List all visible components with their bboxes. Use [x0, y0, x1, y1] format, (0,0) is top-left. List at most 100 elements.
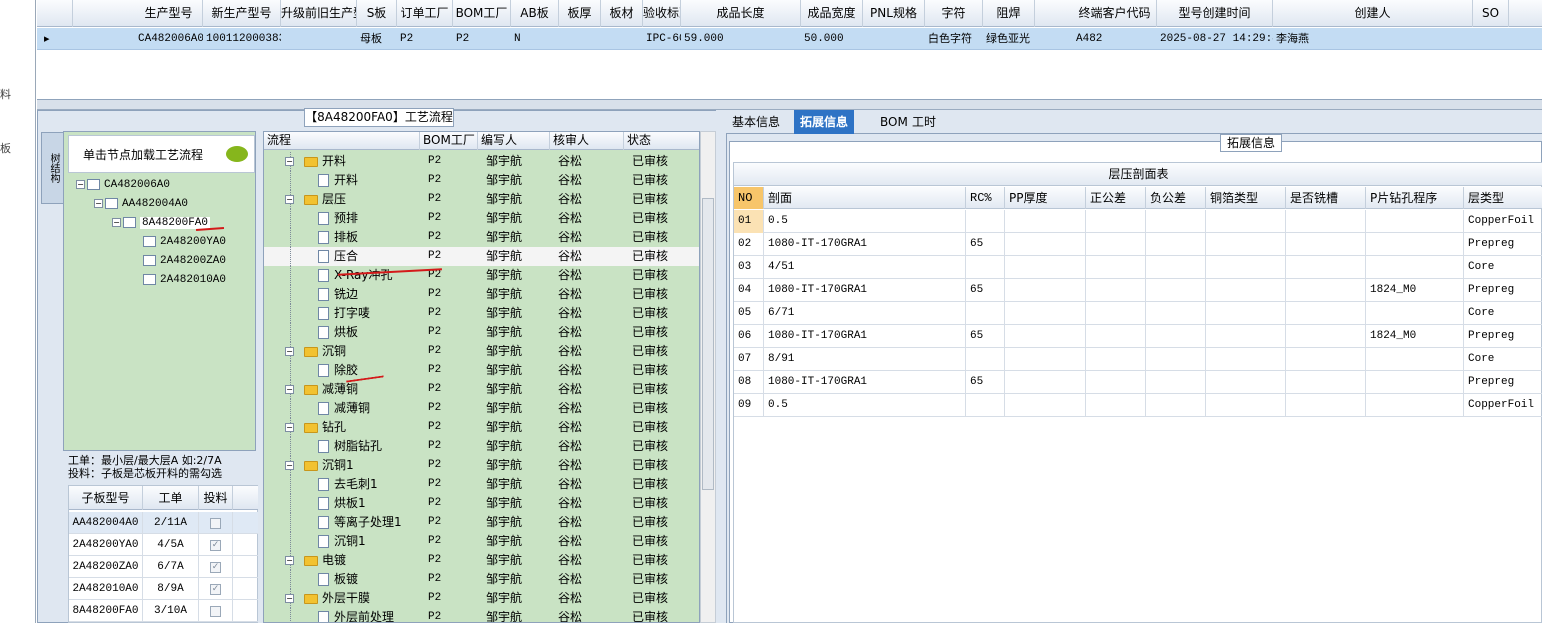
grid-cell[interactable]	[281, 28, 357, 50]
table-cell[interactable]	[1286, 348, 1366, 371]
process-name-cell[interactable]: 预排	[264, 209, 420, 228]
table-cell[interactable]	[1206, 371, 1286, 394]
column-header[interactable]: AB板	[511, 0, 559, 27]
table-cell[interactable]: 1080-IT-170GRA1	[764, 233, 966, 256]
collapse-icon[interactable]: −	[285, 594, 294, 603]
table-cell[interactable]: 1080-IT-170GRA1	[764, 279, 966, 302]
node-checkbox-icon[interactable]	[143, 235, 156, 247]
process-row[interactable]: 开料 P2 邹宇航 谷松 已审核	[264, 171, 699, 190]
tab-extended[interactable]: 拓展信息	[794, 110, 855, 134]
table-cell[interactable]: 65	[966, 233, 1005, 256]
collapse-icon[interactable]: −	[112, 217, 121, 227]
table-cell[interactable]	[1005, 371, 1086, 394]
column-header[interactable]: 负公差	[1146, 187, 1206, 209]
table-row[interactable]: 07 8/91 Core	[734, 348, 1542, 371]
process-name-cell[interactable]: 板镀	[264, 570, 420, 589]
grid-cell[interactable]	[559, 28, 601, 50]
column-header[interactable]: 创建人	[1273, 0, 1473, 27]
table-cell[interactable]	[1086, 325, 1146, 348]
grid-cell[interactable]: 母板	[357, 28, 397, 50]
table-cell[interactable]	[1206, 394, 1286, 417]
grid-cell[interactable]: 白色字符	[925, 28, 983, 50]
table-cell[interactable]	[1086, 256, 1146, 279]
process-row[interactable]: 铣边 P2 邹宇航 谷松 已审核	[264, 285, 699, 304]
process-name-cell[interactable]: 烘板	[264, 323, 420, 342]
node-checkbox-icon[interactable]	[87, 178, 100, 190]
column-header[interactable]: NO	[734, 187, 764, 209]
table-cell[interactable]: Core	[1464, 348, 1542, 371]
node-checkbox-icon[interactable]	[143, 273, 156, 285]
table-cell[interactable]	[1005, 256, 1086, 279]
process-name-cell[interactable]: 减薄铜	[264, 399, 420, 418]
process-row[interactable]: 外层前处理 P2 邹宇航 谷松 已审核	[264, 608, 699, 622]
table-cell[interactable]	[1086, 394, 1146, 417]
process-row[interactable]: − 沉铜 P2 邹宇航 谷松 已审核	[264, 342, 699, 361]
table-cell[interactable]	[1005, 233, 1086, 256]
table-cell[interactable]	[1005, 210, 1086, 233]
column-header[interactable]: 层类型	[1464, 187, 1542, 209]
column-header[interactable]: 投料	[199, 486, 233, 510]
process-name-cell[interactable]: 去毛刺1	[264, 475, 420, 494]
table-cell[interactable]: 4/51	[764, 256, 966, 279]
table-row[interactable]: 04 1080-IT-170GRA1 65 1824_M0 Prepreg	[734, 279, 1542, 302]
table-cell[interactable]	[1366, 394, 1464, 417]
feed-checkbox[interactable]: ✓	[210, 561, 221, 573]
table-row[interactable]: 08 1080-IT-170GRA1 65 Prepreg	[734, 371, 1542, 394]
table-cell[interactable]	[1286, 394, 1366, 417]
grid-cell[interactable]: IPC-6012 II 级	[643, 28, 681, 50]
table-cell[interactable]	[1206, 302, 1286, 325]
process-row[interactable]: − 层压 P2 邹宇航 谷松 已审核	[264, 190, 699, 209]
table-cell[interactable]	[966, 394, 1005, 417]
grid-cell[interactable]: 50.000	[801, 28, 863, 50]
grid-cell[interactable]: CA482006A0	[135, 28, 203, 50]
column-header[interactable]: PP厚度	[1005, 187, 1086, 209]
table-cell[interactable]	[1005, 348, 1086, 371]
column-header[interactable]: BOM工厂	[420, 132, 478, 150]
table-cell[interactable]	[966, 348, 1005, 371]
process-row[interactable]: − 外层干膜 P2 邹宇航 谷松 已审核	[264, 589, 699, 608]
process-row[interactable]: X-Ray冲孔 P2 邹宇航 谷松 已审核	[264, 266, 699, 285]
table-cell[interactable]	[1206, 210, 1286, 233]
table-cell[interactable]	[1366, 302, 1464, 325]
table-cell[interactable]: Core	[1464, 302, 1542, 325]
table-cell[interactable]	[1005, 325, 1086, 348]
table-cell[interactable]: 6/71	[764, 302, 966, 325]
feed-checkbox[interactable]	[210, 605, 221, 617]
process-name-cell[interactable]: 除胶	[264, 361, 420, 380]
column-header[interactable]: 剖面	[764, 187, 966, 209]
table-cell[interactable]	[1146, 210, 1206, 233]
table-cell[interactable]	[1286, 371, 1366, 394]
table-cell[interactable]	[966, 210, 1005, 233]
table-cell[interactable]	[966, 256, 1005, 279]
table-cell[interactable]	[1146, 256, 1206, 279]
process-name-cell[interactable]: 开料	[264, 171, 420, 190]
process-row[interactable]: 板镀 P2 邹宇航 谷松 已审核	[264, 570, 699, 589]
process-row[interactable]: 除胶 P2 邹宇航 谷松 已审核	[264, 361, 699, 380]
column-header[interactable]: 板材	[601, 0, 643, 27]
sub-order-cell[interactable]: 3/10A	[143, 600, 199, 622]
collapse-icon[interactable]: −	[285, 347, 294, 356]
column-header[interactable]: 工单	[143, 486, 199, 510]
horizontal-splitter[interactable]	[37, 100, 1542, 110]
grid-cell[interactable]: 李海燕	[1273, 28, 1473, 50]
product-grid-row[interactable]: ▸CA482006A010011200038387母板P2P2NIPC-6012…	[37, 28, 1542, 50]
tree-side-tab[interactable]: 树结构	[41, 132, 63, 204]
column-header[interactable]: SO	[1473, 0, 1509, 27]
table-row[interactable]: 09 0.5 CopperFoil	[734, 394, 1542, 417]
collapse-icon[interactable]: −	[94, 198, 103, 208]
process-name-cell[interactable]: − 外层干膜	[264, 589, 420, 608]
table-row[interactable]: 01 0.5 CopperFoil	[734, 210, 1542, 233]
table-cell[interactable]	[1366, 233, 1464, 256]
grid-cell[interactable]: 2025-08-27 14:29:47	[1157, 28, 1273, 50]
vertical-splitter[interactable]	[716, 110, 726, 623]
tree-node[interactable]: 2A48200YA0	[130, 234, 226, 248]
table-cell[interactable]	[1286, 302, 1366, 325]
table-cell[interactable]	[1086, 371, 1146, 394]
column-header[interactable]: 板厚	[559, 0, 601, 27]
process-name-cell[interactable]: 压合	[264, 247, 420, 266]
table-cell[interactable]: 1824_M0	[1366, 325, 1464, 348]
collapse-icon[interactable]: −	[285, 195, 294, 204]
table-row[interactable]: 2A482010A0 8/9A ✓	[69, 578, 259, 600]
process-name-cell[interactable]: 打字唛	[264, 304, 420, 323]
table-row[interactable]: AA482004A0 2/11A	[69, 512, 259, 534]
